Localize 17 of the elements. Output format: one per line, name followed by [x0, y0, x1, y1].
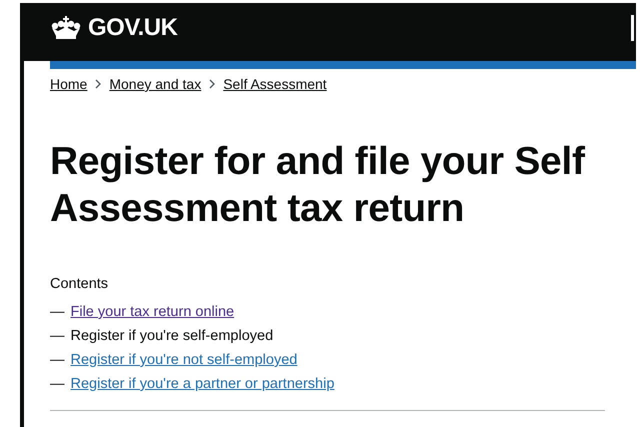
breadcrumb-link[interactable]: Home [50, 76, 88, 92]
current-section: Register if you're self-employed [70, 328, 274, 344]
page-title: Register for and file your Self Assessment tax return [50, 139, 586, 232]
crown-icon [50, 16, 82, 40]
logo-link[interactable]: GOV.UK [88, 16, 178, 40]
dash-marker: — [50, 304, 64, 320]
breadcrumb-link[interactable]: Money and tax [109, 76, 202, 92]
dash-marker: — [50, 352, 64, 368]
chevron-icon [95, 79, 102, 89]
contents-link[interactable]: Register if you're a partner or partnership [70, 376, 334, 392]
chevron-icon [209, 79, 216, 89]
contents-link[interactable]: Register if you're not self-employed [70, 352, 298, 368]
dash-marker: — [50, 328, 64, 344]
breadcrumb-link[interactable]: Self Assessment [223, 76, 327, 92]
contents-link[interactable]: File your tax return online [70, 304, 234, 320]
contents-heading: Contents [50, 276, 108, 292]
dash-marker: — [50, 376, 64, 392]
